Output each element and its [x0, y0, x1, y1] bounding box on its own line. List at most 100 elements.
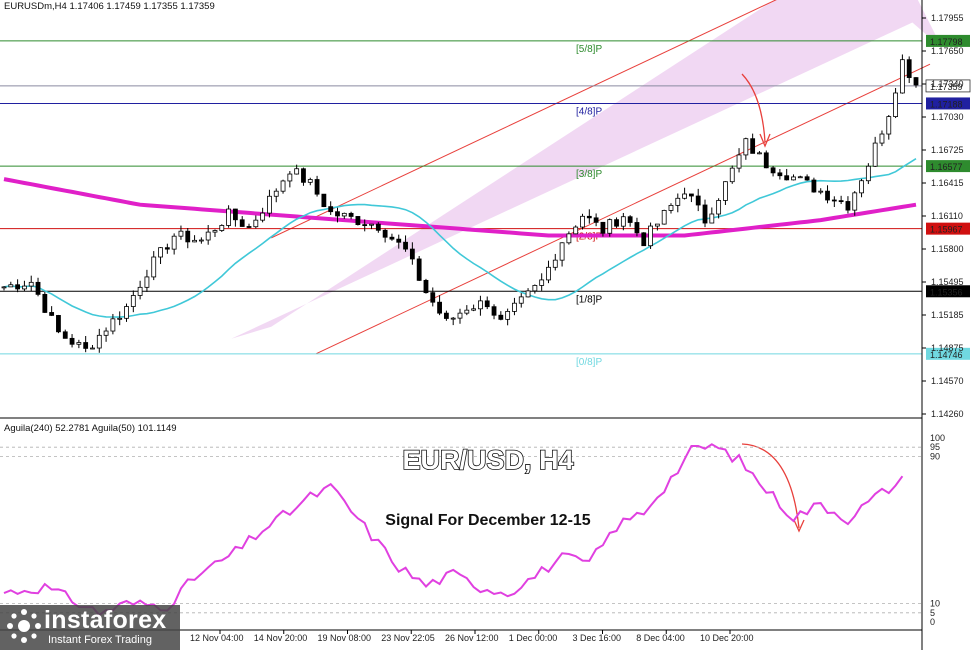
- candle-body: [736, 154, 742, 169]
- candle-body: [124, 306, 129, 319]
- candle-body: [226, 208, 231, 226]
- candle-body: [865, 165, 871, 182]
- candle-body: [396, 238, 402, 243]
- candle-body: [253, 219, 259, 228]
- instaforex-logo-icon: [7, 609, 41, 643]
- price-tick-label: 1.14260: [931, 409, 964, 419]
- candle-body: [525, 290, 531, 298]
- candle-body: [375, 223, 381, 231]
- candle-body: [777, 172, 783, 177]
- candle-body: [35, 281, 41, 295]
- candle-body: [859, 180, 864, 194]
- candle-body: [90, 347, 95, 350]
- candle-body: [301, 168, 306, 183]
- price-tick-label: 1.14875: [931, 343, 964, 353]
- candle-body: [818, 190, 824, 193]
- signal-caption: Signal For December 12-15: [385, 512, 591, 529]
- time-tick-label: 8 Dec 04:00: [636, 633, 685, 643]
- candle-body: [675, 197, 681, 206]
- murrey-level-label: [4/8]P: [576, 106, 602, 117]
- candle-body: [409, 248, 415, 260]
- candle-body: [512, 302, 517, 312]
- price-tick-label: 1.14570: [931, 376, 964, 386]
- candle-body: [770, 167, 776, 174]
- candle-body: [559, 242, 565, 261]
- candle-body: [144, 276, 150, 288]
- candle-body: [192, 239, 197, 243]
- candle-body: [899, 59, 905, 94]
- candle-body: [8, 284, 14, 288]
- candle-body: [321, 193, 327, 208]
- candle-body: [804, 176, 810, 181]
- candle-body: [886, 116, 892, 135]
- candle-body: [110, 318, 116, 332]
- candle-body: [341, 212, 347, 217]
- candle-body: [661, 210, 667, 225]
- candle-body: [784, 175, 790, 181]
- candle-body: [913, 77, 919, 86]
- price-tick-label: 1.15800: [931, 244, 964, 254]
- candle-body: [750, 138, 756, 154]
- candle-body: [689, 193, 694, 197]
- candle-body: [267, 195, 272, 214]
- candle-body: [464, 309, 470, 314]
- candle-body: [28, 281, 34, 287]
- time-tick-label: 23 Nov 22:05: [381, 633, 435, 643]
- candle-body: [15, 284, 21, 290]
- price-tag-text: 1.16577: [930, 162, 963, 172]
- candle-body: [620, 216, 626, 227]
- oscillator-tick-label: 90: [930, 451, 940, 461]
- candle-body: [723, 181, 728, 201]
- candle-body: [763, 152, 769, 169]
- candle-body: [614, 219, 619, 227]
- murrey-level-label: [3/8]P: [576, 169, 602, 180]
- price-tick-label: 1.16415: [931, 178, 964, 188]
- candle-body: [62, 331, 68, 339]
- candle-body: [239, 219, 245, 227]
- candle-body: [151, 256, 157, 278]
- candle-body: [566, 233, 572, 244]
- candle-body: [478, 300, 483, 310]
- candle-body: [49, 312, 55, 316]
- candle-body: [178, 230, 184, 237]
- candle-body: [852, 192, 858, 211]
- candle-body: [76, 342, 82, 345]
- candle-body: [137, 286, 143, 296]
- candle-body: [130, 295, 136, 307]
- candle-body: [430, 292, 436, 303]
- candle-body: [654, 223, 660, 227]
- candle-body: [457, 312, 463, 319]
- candle-body: [709, 213, 715, 224]
- candle-body: [294, 168, 300, 175]
- candle-body: [505, 311, 511, 320]
- candle-body: [362, 224, 368, 227]
- candle-body: [546, 266, 551, 281]
- candle-body: [205, 231, 211, 241]
- candle-body: [648, 225, 653, 247]
- candle-body: [382, 229, 388, 238]
- price-tick-label: 1.15495: [931, 277, 964, 287]
- candle-body: [416, 258, 422, 281]
- candle-body: [757, 152, 762, 155]
- price-tick-label: 1.16725: [931, 145, 964, 155]
- price-tag-text: 1.15967: [930, 225, 963, 235]
- candle-body: [471, 308, 477, 311]
- time-tick-label: 12 Nov 04:00: [190, 633, 244, 643]
- candle-body: [607, 219, 613, 234]
- candle-body: [811, 179, 817, 193]
- candle-body: [164, 247, 170, 250]
- price-tick-label: 1.15185: [931, 310, 964, 320]
- time-tick-label: 26 Nov 12:00: [445, 633, 499, 643]
- candle-body: [246, 226, 252, 228]
- candle-body: [307, 179, 313, 183]
- candle-body: [117, 317, 123, 320]
- candle-body: [212, 230, 218, 233]
- candle-body: [355, 216, 361, 226]
- candle-body: [219, 225, 225, 231]
- candle-body: [69, 337, 75, 345]
- candle-body: [586, 215, 592, 219]
- price-chart[interactable]: [5/8]P[4/8]P[3/8]P[2/8]P[1/8]P[0/8]P 1.1…: [0, 0, 976, 650]
- candle-body: [682, 193, 687, 199]
- murrey-level-label: [0/8]P: [576, 357, 602, 368]
- candle-body: [491, 306, 497, 316]
